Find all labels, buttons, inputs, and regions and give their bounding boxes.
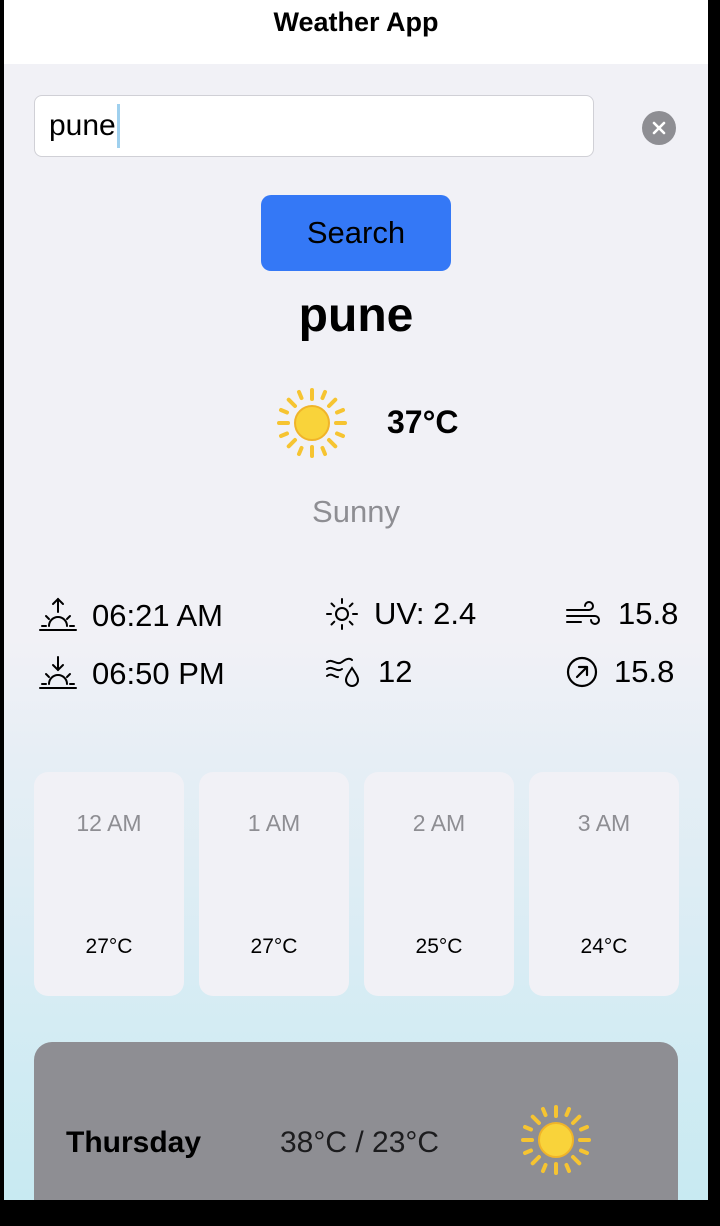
uv-index: UV: 2.4 (374, 596, 477, 631)
sunrise-stat: 06:21 AM (38, 596, 223, 636)
navigation-bar: Weather App (4, 0, 708, 64)
hourly-card: 1 AM 27°C (199, 772, 349, 996)
app-screen: Weather App pune Search pune 37°C Sunny … (4, 0, 708, 1200)
wind-gust-stat: 15.8 (564, 654, 674, 690)
moon-icon (435, 879, 443, 895)
hourly-time: 1 AM (247, 810, 301, 836)
moon-icon (270, 879, 278, 895)
hourly-time: 12 AM (76, 810, 142, 836)
search-input-value: pune (49, 109, 116, 142)
hourly-temperature: 25°C (415, 935, 463, 958)
wind-stat: 15.8 (564, 596, 678, 632)
search-button[interactable]: Search (261, 195, 451, 271)
hourly-card: 3 AM 24°C (529, 772, 679, 996)
moon-icon (600, 879, 608, 895)
city-name: pune (298, 289, 414, 342)
current-weather-sun-icon (276, 387, 348, 464)
sunrise-icon (39, 597, 77, 631)
hourly-card: 2 AM 25°C (364, 772, 514, 996)
humidity-stat: 12 (324, 654, 412, 690)
humidity-value: 12 (378, 654, 413, 689)
daily-forecast-card[interactable]: Thursday 38°C / 23°C (34, 1042, 678, 1200)
hourly-temperature: 27°C (250, 935, 298, 958)
wind-icon (566, 601, 600, 625)
nav-title: Weather App (273, 6, 439, 37)
clear-x-icon (652, 121, 666, 135)
hourly-temperature: 27°C (85, 935, 133, 958)
current-temperature: 37°C (387, 404, 459, 440)
forecast-sun-icon (520, 1104, 592, 1181)
sun-outline-icon (326, 598, 358, 630)
hourly-time: 2 AM (412, 810, 466, 836)
clear-search-button[interactable] (642, 111, 676, 145)
text-caret (116, 104, 120, 148)
sunrise-time: 06:21 AM (92, 598, 223, 633)
uv-stat: UV: 2.4 (324, 596, 476, 632)
wind-gust-value: 15.8 (614, 654, 675, 689)
forecast-day: Thursday (66, 1126, 202, 1159)
sunset-icon (39, 656, 77, 689)
city-search-input[interactable]: pune (34, 95, 594, 157)
weather-condition: Sunny (312, 494, 400, 529)
moon-icon (105, 879, 113, 895)
sunset-stat: 06:50 PM (38, 654, 225, 694)
arrow-up-right-circle-icon (566, 656, 598, 688)
wind-speed: 15.8 (618, 596, 679, 631)
sunset-time: 06:50 PM (92, 656, 225, 691)
forecast-temperature-range: 38°C / 23°C (280, 1126, 440, 1159)
hourly-card: 12 AM 27°C (34, 772, 184, 996)
humidity-icon (326, 657, 360, 687)
hourly-temperature: 24°C (580, 935, 628, 958)
hourly-time: 3 AM (577, 810, 631, 836)
